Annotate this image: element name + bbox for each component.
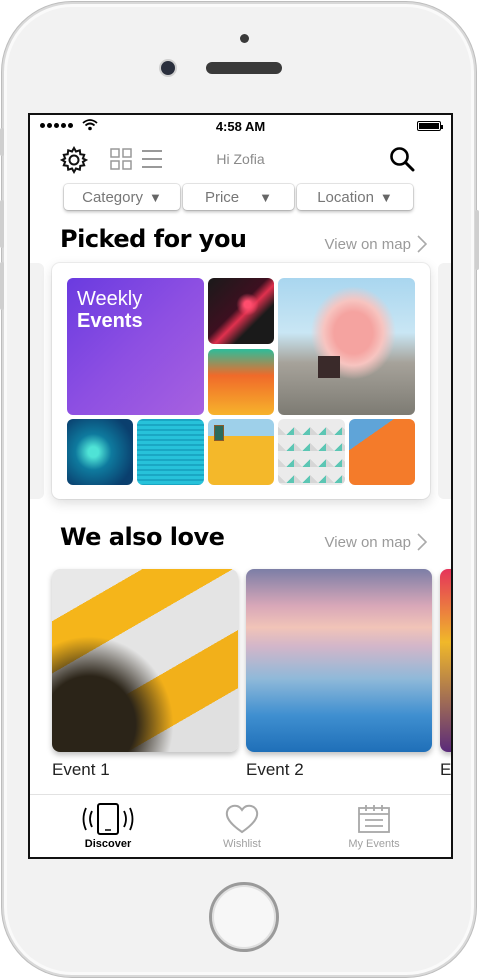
speaker-grille <box>206 62 282 74</box>
also-love-view-on-map-link[interactable]: View on map <box>325 533 427 551</box>
tab-label: Wishlist <box>223 838 261 850</box>
tab-bar: Discover Wishlist My Events <box>30 794 451 857</box>
event-image <box>440 569 451 752</box>
event-image <box>246 569 432 752</box>
event-card[interactable]: Event 2 <box>246 569 432 780</box>
collage-image-orange-wall[interactable] <box>208 349 274 415</box>
dropdown-arrow-icon: ▼ <box>259 189 273 205</box>
status-bar: 4:58 AM <box>30 115 451 137</box>
power-button <box>475 210 479 270</box>
tab-label: My Events <box>348 838 400 850</box>
front-sensor <box>240 34 249 43</box>
tab-wishlist[interactable]: Wishlist <box>182 803 302 850</box>
heart-icon <box>225 804 259 834</box>
filter-label: Location <box>317 188 374 206</box>
event-card[interactable]: Event 1 <box>52 569 238 780</box>
filter-price[interactable]: Price ▼ <box>183 184 294 210</box>
tab-label: Discover <box>84 838 132 850</box>
event-card[interactable]: E <box>440 569 452 780</box>
search-icon[interactable] <box>389 146 415 172</box>
collage-image-ocean[interactable] <box>67 419 133 485</box>
event-title: Event 2 <box>246 760 304 779</box>
tab-my-events[interactable]: My Events <box>314 803 434 850</box>
filter-label: Price <box>204 188 240 206</box>
collage-image-neon[interactable] <box>208 278 274 344</box>
collage-image-blue-stripes[interactable] <box>137 419 204 485</box>
view-on-map-label: View on map <box>324 533 411 551</box>
chevron-right-icon <box>417 533 427 551</box>
calendar-icon <box>358 805 390 833</box>
camera-icon <box>161 61 175 75</box>
collage-image-diamond-pattern[interactable] <box>278 419 345 485</box>
top-bar: Hi Zofia <box>30 143 451 177</box>
event-image <box>52 569 238 752</box>
event-title: Event 1 <box>52 760 110 779</box>
collage-image-orange-roof[interactable] <box>349 419 415 485</box>
chevron-right-icon <box>417 235 427 253</box>
volume-down-button <box>0 262 4 310</box>
tab-discover[interactable]: Discover <box>48 803 168 850</box>
greeting-text: Hi Zofia <box>216 151 265 167</box>
picked-view-on-map-link[interactable]: View on map <box>325 235 427 253</box>
battery-icon <box>417 121 443 131</box>
collage-image-pink-smoke[interactable] <box>278 278 415 415</box>
weekly-events-line1: Weekly <box>77 288 143 310</box>
volume-up-button <box>0 200 4 248</box>
dropdown-arrow-icon: ▼ <box>149 189 162 205</box>
filter-location[interactable]: Location ▼ <box>297 184 413 210</box>
also-love-section-title: We also love <box>60 523 225 551</box>
collage-image-yellow-wall[interactable] <box>208 419 274 485</box>
mute-switch <box>0 128 4 156</box>
weekly-events-line2: Events <box>77 310 143 332</box>
filter-category[interactable]: Category ▼ <box>64 184 180 210</box>
weekly-events-tile[interactable]: Weekly Events <box>67 278 204 415</box>
filter-label: Category <box>82 188 143 206</box>
picked-section-title: Picked for you <box>60 225 247 253</box>
phone-vibrate-icon <box>82 803 134 835</box>
app-screen: 4:58 AM Hi Zofia Category ▼ Price ▼ Loca… <box>28 113 453 859</box>
filter-bar: Category ▼ Price ▼ Location ▼ <box>64 184 413 210</box>
status-time: 4:58 AM <box>215 119 266 134</box>
home-button[interactable] <box>209 882 279 952</box>
view-on-map-label: View on map <box>324 235 411 253</box>
carousel-previous-card[interactable] <box>30 263 44 499</box>
event-title: E <box>440 760 452 779</box>
carousel-next-card[interactable] <box>438 263 451 499</box>
dropdown-arrow-icon: ▼ <box>379 189 393 205</box>
